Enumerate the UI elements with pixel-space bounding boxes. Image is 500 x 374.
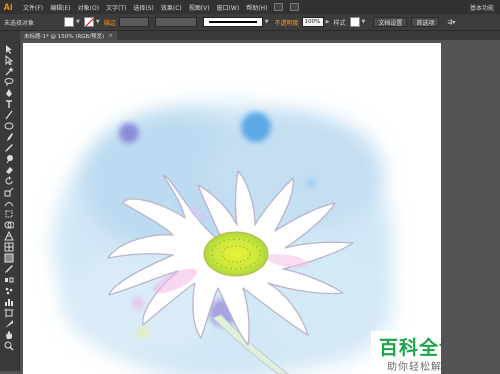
variable-width-dropdown[interactable] (154, 17, 197, 27)
close-icon[interactable]: × (108, 33, 113, 39)
lasso-tool-icon[interactable] (3, 77, 15, 87)
rotate-tool-icon[interactable] (3, 176, 15, 186)
menu-select[interactable]: 选择(S) (133, 3, 154, 12)
menu-file[interactable]: 文件(F) (23, 3, 43, 12)
document-tab[interactable]: 未标题-1* @ 150% (RGB/预览) × (20, 31, 117, 40)
slice-tool-icon[interactable] (3, 319, 15, 329)
style-swatch[interactable] (349, 17, 360, 27)
artboard-tool-icon[interactable] (3, 308, 15, 318)
line-tool-icon[interactable] (3, 110, 15, 120)
direct-selection-tool-icon[interactable] (3, 55, 15, 65)
opacity-input[interactable]: 100% (301, 17, 324, 27)
tools-panel (0, 40, 20, 371)
opacity-label[interactable]: 不透明度 (275, 18, 299, 27)
pencil-tool-icon[interactable] (3, 143, 15, 153)
selection-tool-icon[interactable] (3, 44, 15, 54)
type-tool-icon[interactable] (3, 99, 15, 109)
menu-effect[interactable]: 效果(C) (161, 3, 182, 12)
hand-tool-icon[interactable] (3, 330, 15, 340)
shape-builder-tool-icon[interactable] (3, 220, 15, 230)
arrange-icon[interactable]: ⇶▾ (447, 19, 455, 26)
eyedropper-tool-icon[interactable] (3, 264, 15, 274)
menu-edit[interactable]: 编辑(E) (50, 3, 70, 12)
control-bar: 未选择对象 ▼ ▼ 描边 ▼ 不透明度 100% ▶ 样式 ▼ 文档设置 首选项… (0, 14, 500, 31)
chevron-down-icon[interactable]: ▼ (265, 19, 269, 25)
gradient-tool-icon[interactable] (3, 253, 15, 263)
flower-center (203, 231, 269, 277)
pen-tool-icon[interactable] (3, 88, 15, 98)
menu-bar: Ai 文件(F) 编辑(E) 对象(O) 文字(T) 选择(S) 效果(C) 视… (0, 0, 500, 14)
fill-swatch[interactable] (64, 17, 75, 27)
free-transform-tool-icon[interactable] (3, 209, 15, 219)
menu-help[interactable]: 帮助(H) (246, 3, 267, 12)
preferences-button[interactable]: 首选项 (411, 17, 440, 27)
mesh-tool-icon[interactable] (3, 242, 15, 252)
blob-brush-tool-icon[interactable] (3, 154, 15, 164)
column-graph-tool-icon[interactable] (3, 297, 15, 307)
chevron-down-icon[interactable]: ▼ (96, 19, 100, 25)
document-tab-bar: 未标题-1* @ 150% (RGB/预览) × (0, 31, 500, 40)
stroke-swatch[interactable] (83, 17, 94, 27)
brush-stroke-preview[interactable] (202, 17, 263, 27)
blend-tool-icon[interactable] (3, 275, 15, 285)
workspace-switcher[interactable]: 基本功能 (470, 3, 494, 12)
paintbrush-tool-icon[interactable] (3, 132, 15, 142)
menu-view[interactable]: 视图(V) (189, 3, 210, 12)
zoom-tool-icon[interactable] (3, 341, 15, 351)
flower-artwork (53, 103, 393, 374)
bridge-button[interactable] (274, 3, 284, 11)
scale-tool-icon[interactable] (3, 187, 15, 197)
arrange-documents-button[interactable] (290, 3, 300, 11)
symbol-sprayer-tool-icon[interactable] (3, 286, 15, 296)
stroke-label[interactable]: 描边 (104, 18, 116, 27)
app-logo: Ai (3, 2, 13, 12)
selection-status: 未选择对象 (4, 19, 35, 27)
chevron-down-icon[interactable]: ▼ (362, 19, 366, 25)
ellipse-tool-icon[interactable] (3, 121, 15, 131)
document-tab-title: 未标题-1* @ 150% (RGB/预览) (24, 33, 105, 40)
stroke-weight-dropdown[interactable] (118, 17, 149, 27)
magic-wand-tool-icon[interactable] (3, 66, 15, 76)
document-setup-button[interactable]: 文档设置 (373, 17, 408, 27)
menu-object[interactable]: 对象(O) (78, 3, 99, 12)
artboard[interactable]: 百科全说 助你轻松解决 (23, 43, 441, 374)
chevron-right-icon[interactable]: ▶ (326, 19, 330, 25)
style-label: 样式 (333, 19, 346, 27)
canvas-area[interactable]: 百科全说 助你轻松解决 (20, 40, 500, 374)
warp-tool-icon[interactable] (3, 198, 15, 208)
menu-window[interactable]: 窗口(W) (217, 3, 240, 12)
eraser-tool-icon[interactable] (3, 165, 15, 175)
chevron-down-icon[interactable]: ▼ (76, 19, 80, 25)
watermark-title: 百科全说 (379, 337, 441, 359)
perspective-grid-tool-icon[interactable] (3, 231, 15, 241)
watermark: 百科全说 助你轻松解决 (371, 331, 441, 374)
menu-type[interactable]: 文字(T) (106, 3, 126, 12)
